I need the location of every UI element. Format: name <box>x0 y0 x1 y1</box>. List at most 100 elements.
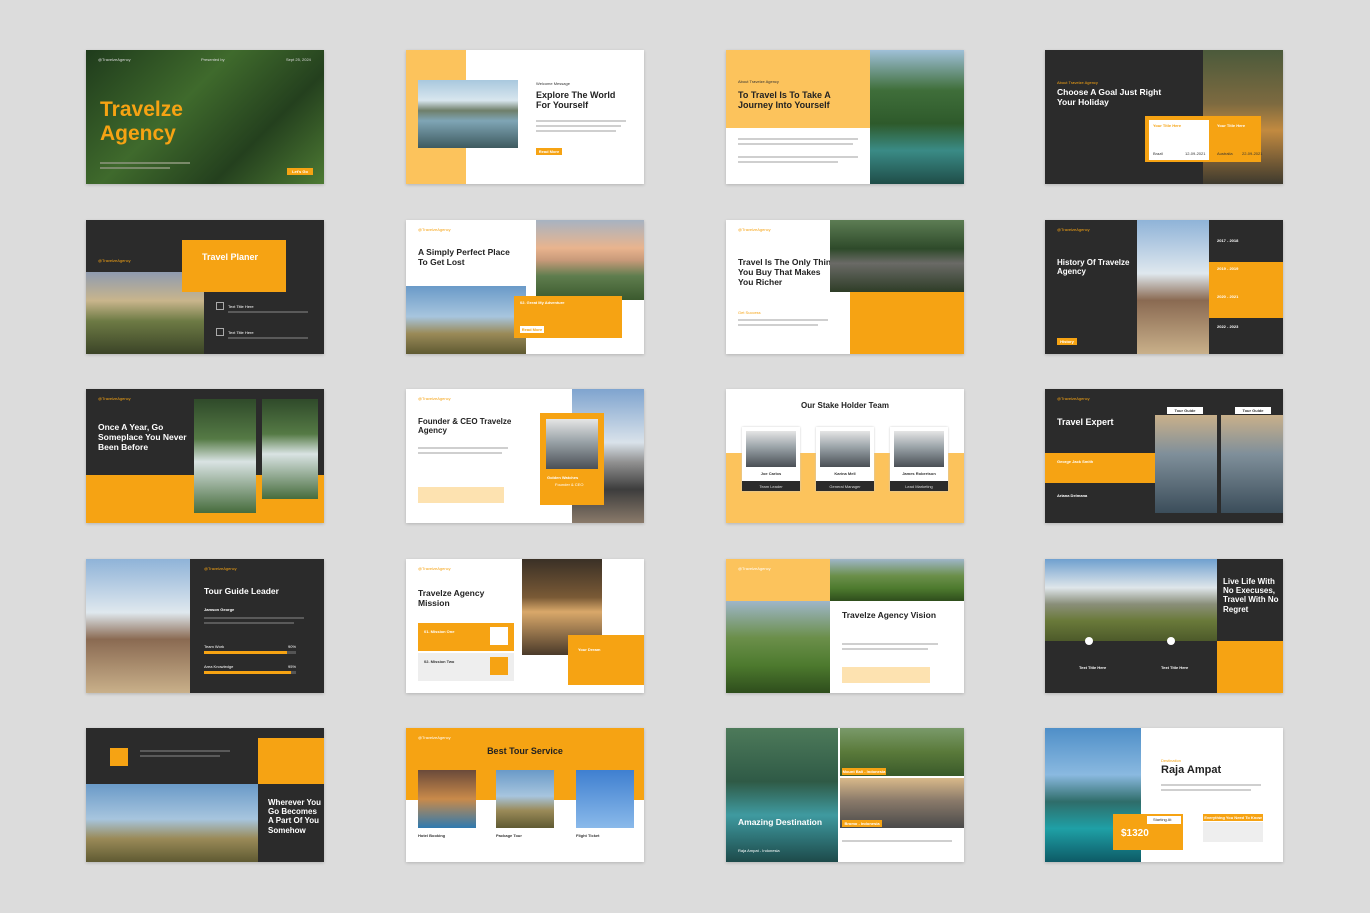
waterfall-photo-1 <box>194 399 256 513</box>
planer-tag: @TravelzeAgency <box>98 258 131 263</box>
cover-presented: Presented by <box>201 57 225 62</box>
slide-cover[interactable]: @TravelzeAgency Presented by Sept 25, 20… <box>86 50 324 184</box>
perfect-box-title: 02. Great My Adventure <box>520 300 565 305</box>
expert-photo-1 <box>1155 415 1217 513</box>
cover-text <box>100 167 170 169</box>
slide-stakeholders[interactable]: Our Stake Holder Team Joe Carlos Team Le… <box>726 389 964 523</box>
raja-info-box: Everything You Need To Know <box>1203 814 1263 821</box>
slide-vision[interactable]: @TravelzeAgency Travelze Agency Vision <box>726 559 964 693</box>
slide-history[interactable]: @TravelzeAgency History Of Travelze Agen… <box>1045 220 1283 354</box>
founder-role: Founder & CEO <box>555 482 584 487</box>
slide-travel-expert[interactable]: @TravelzeAgency Travel Expert George Jac… <box>1045 389 1283 523</box>
slide-destination[interactable]: Amazing Destination Raja Ampat - Indones… <box>726 728 964 862</box>
plane-photo <box>576 770 634 828</box>
skill-1-value: 90% <box>288 644 297 649</box>
slide-about[interactable]: About Travelze Agency To Travel Is To Ta… <box>726 50 964 184</box>
body-text <box>1161 784 1261 786</box>
slide-goal[interactable]: About Travelze Agency Choose A Goal Just… <box>1045 50 1283 184</box>
field-photo <box>86 784 258 862</box>
mission-tag: @TravelzeAgency <box>418 566 451 571</box>
slide-perfect-place[interactable]: @TravelzeAgency A Simply Perfect Place T… <box>406 220 644 354</box>
body-text <box>140 750 230 752</box>
mission-title: Travelze Agency Mission <box>418 588 485 608</box>
highlight-box <box>842 667 930 683</box>
goal-kicker: About Travelze Agency <box>1057 80 1098 85</box>
skill-2-bar <box>204 671 292 674</box>
history-year-4: 2022 - 2023 <box>1217 324 1239 329</box>
body-text <box>738 161 838 163</box>
history-button[interactable]: History <box>1057 338 1077 345</box>
planer-item-2: Text Title Here <box>228 330 254 335</box>
slide-guide-leader[interactable]: @TravelzeAgency Tour Guide Leader Jamson… <box>86 559 324 693</box>
lets-go-button[interactable]: Let's Go <box>287 168 313 175</box>
slide-mission[interactable]: @TravelzeAgency Travelze Agency Mission … <box>406 559 644 693</box>
yellow-panel <box>182 240 286 292</box>
destination-title: Amazing Destination <box>738 817 823 827</box>
cover-date: Sept 25, 2024 <box>286 57 311 62</box>
service-item-1: Hotel Booking <box>418 833 446 838</box>
skill-1-bar <box>204 651 287 654</box>
body-text <box>228 337 308 339</box>
cover-tag: @TravelzeAgency <box>98 57 131 62</box>
slide-wherever[interactable]: Wherever You Go Becomes A Part Of You So… <box>86 728 324 862</box>
tour-photo <box>496 770 554 828</box>
checkbox-icon <box>216 328 224 336</box>
mission-1: 01. Mission One <box>424 629 455 634</box>
goal-card-2-date: 22-09-2021 <box>1242 151 1263 156</box>
slide-tour-service[interactable]: @TravelzeAgency Best Tour Service Hotel … <box>406 728 644 862</box>
service-title: Best Tour Service <box>487 746 563 756</box>
history-year-1: 2017 - 2018 <box>1217 238 1239 243</box>
guide-photo <box>86 559 190 693</box>
read-more-button[interactable]: Read More <box>536 148 562 155</box>
goal-card-2-place: Australia <box>1217 151 1233 156</box>
slide-travel-planer[interactable]: @TravelzeAgency Travel Planer Text Title… <box>86 220 324 354</box>
pin-icon <box>1167 637 1175 645</box>
hotel-photo <box>418 770 476 828</box>
trophy-icon <box>490 627 508 645</box>
expert-photo-2 <box>1221 415 1283 513</box>
islands-photo <box>726 728 838 862</box>
founder-tag: @TravelzeAgency <box>418 396 451 401</box>
founder-name: Golden Watches <box>547 475 579 480</box>
slide-someplace[interactable]: @TravelzeAgency Once A Year, Go Someplac… <box>86 389 324 523</box>
no-regret-col-1: Text Title Here <box>1079 665 1107 670</box>
yellow-panel <box>726 50 870 128</box>
slide-raja-ampat[interactable]: Destination Raja Ampat $1320 Starting At… <box>1045 728 1283 862</box>
dream-panel <box>568 635 644 685</box>
history-year-2: 2019 - 2019 <box>1217 266 1239 271</box>
mission-2: 02. Mission Two <box>424 659 455 664</box>
dream-label: Your Dream <box>578 647 601 652</box>
service-item-2: Package Tour <box>496 833 522 838</box>
goal-card-2-title: Your Title Here <box>1217 123 1246 128</box>
hills-photo <box>830 559 964 601</box>
vision-tag: @TravelzeAgency <box>738 566 771 571</box>
yellow-band <box>1045 453 1155 483</box>
mountain-photo <box>1137 220 1209 354</box>
skill-1-track <box>204 651 296 654</box>
yellow-panel <box>258 738 324 784</box>
read-more-button[interactable]: Read More <box>520 326 544 333</box>
vision-title: Travelze Agency Vision <box>842 610 937 620</box>
slide-richer[interactable]: @TravelzeAgency Travel Is The Only Thing… <box>726 220 964 354</box>
body-text <box>842 643 938 645</box>
guide-name: Jamson George <box>204 607 235 612</box>
goal-title: Choose A Goal Just Right Your Holiday <box>1057 87 1162 107</box>
skill-2-label: Area Knowledge <box>204 664 234 669</box>
body-text <box>536 125 621 127</box>
slide-founder[interactable]: @TravelzeAgency Founder & CEO Travelze A… <box>406 389 644 523</box>
team-card-2: Karina Mell General Manager <box>816 427 874 491</box>
planer-item-1: Text Title Here <box>228 304 254 309</box>
hill-photo <box>406 286 526 354</box>
slide-welcome[interactable]: Welcome Message Explore The World For Yo… <box>406 50 644 184</box>
body-text <box>418 447 508 449</box>
destination-label-2: Mount Bali - Indonesia <box>842 768 886 775</box>
team-title: Our Stake Holder Team <box>801 401 889 410</box>
raja-starting: Starting At <box>1153 817 1172 822</box>
slide-no-regret[interactable]: Live Life With No Execuses, Travel With … <box>1045 559 1283 693</box>
richer-kicker: Get Success <box>738 310 761 315</box>
cover-text <box>100 162 190 164</box>
founder-photo <box>546 419 598 469</box>
guide-title: Tour Guide Leader <box>204 586 279 596</box>
yellow-panel <box>850 292 964 354</box>
body-text <box>738 138 858 140</box>
